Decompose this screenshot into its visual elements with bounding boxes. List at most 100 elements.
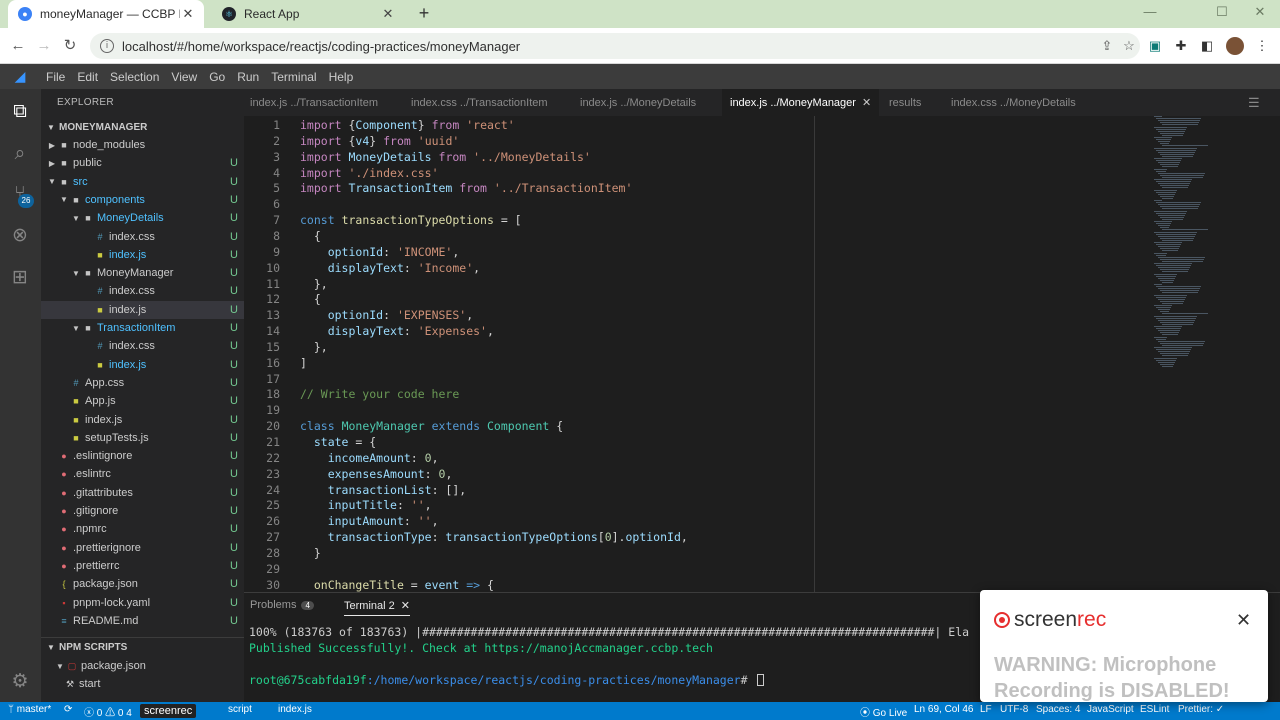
tree-file[interactable]: ● .npmrc U [41,520,244,538]
code-line[interactable]: 6 [244,196,1144,212]
minimize-icon[interactable]: — [1140,4,1160,19]
npm-script-start[interactable]: ⚒ start [41,675,244,693]
search-icon[interactable]: ⌕ [8,141,32,165]
code-line[interactable]: 22 incomeAmount: 0, [244,450,1144,466]
close-icon[interactable]: ✕ [401,599,410,612]
cursor-position[interactable]: Ln 69, Col 46 [914,704,974,715]
code-line[interactable]: 16] [244,355,1144,371]
menu-selection[interactable]: Selection [104,70,165,84]
run-debug-icon[interactable]: ⊗ [8,223,32,247]
editor-tab-active[interactable]: index.js ../MoneyManager ✕ [722,89,880,116]
npm-package-json[interactable]: ▼ ▢ package.json [41,657,244,675]
extensions-icon[interactable]: ⊞ [8,265,32,289]
tree-file[interactable]: # index.css U [41,337,244,355]
code-line[interactable]: 25 inputTitle: '', [244,497,1144,513]
language-mode[interactable]: JavaScript [1087,704,1134,715]
tree-folder[interactable]: ▼ ■ MoneyDetails U [41,209,244,227]
code-line[interactable]: 15 }, [244,339,1144,355]
menu-file[interactable]: File [40,70,71,84]
tree-folder[interactable]: ▼ ■ TransactionItem U [41,319,244,337]
menu-view[interactable]: View [165,70,203,84]
tree-file[interactable]: # index.css U [41,282,244,300]
eslint-indicator[interactable]: ESLint [1140,704,1169,715]
forward-icon[interactable]: → [34,36,54,56]
go-live-button[interactable]: ⦿ Go Live [860,704,907,719]
url-field[interactable]: i localhost/#/home/workspace/reactjs/cod… [90,33,1140,59]
code-line[interactable]: 9 optionId: 'INCOME', [244,244,1144,260]
code-line[interactable]: 3 import MoneyDetails from '../MoneyDetai… [244,149,1144,165]
tree-file[interactable]: # index.css U [41,228,244,246]
code-line[interactable]: 1 import {Component} from 'react' [244,117,1144,133]
menu-edit[interactable]: Edit [71,70,104,84]
sync-icon[interactable]: ⟳ [64,704,72,715]
close-icon[interactable]: ✕ [180,6,196,22]
tab-problems[interactable]: Problems 4 [250,599,314,611]
code-line[interactable]: 21 state = { [244,434,1144,450]
encoding-indicator[interactable]: UTF-8 [1000,704,1028,715]
tree-file[interactable]: ● .eslintrc U [41,465,244,483]
editor-tab[interactable]: index.js ../MoneyDetails [580,89,696,116]
tree-folder[interactable]: ▼ ■ components U [41,191,244,209]
code-line[interactable]: 28 } [244,545,1144,561]
more-menu-icon[interactable]: ⋮ [1254,38,1270,54]
code-line[interactable]: 29 [244,561,1144,577]
window-close-icon[interactable]: ✕ [1250,4,1270,20]
eol-indicator[interactable]: LF [980,704,992,715]
share-icon[interactable]: ⇪ [1096,38,1118,54]
tree-file[interactable]: ● .gitattributes U [41,484,244,502]
puzzle-icon[interactable]: ✚ [1173,38,1189,54]
menu-terminal[interactable]: Terminal [265,70,322,84]
menu-go[interactable]: Go [203,70,231,84]
back-icon[interactable]: ← [8,36,28,56]
new-tab-button[interactable]: + [414,3,434,23]
code-line[interactable]: 20 class MoneyManager extends Component { [244,418,1144,434]
explorer-files-icon[interactable]: ⧉ [8,99,32,123]
split-editor-icon[interactable]: ☰ [1248,95,1260,111]
code-line[interactable]: 27 transactionType: transactionTypeOptio… [244,529,1144,545]
code-line[interactable]: 26 inputAmount: '', [244,513,1144,529]
code-line[interactable]: 18 // Write your code here [244,386,1144,402]
menu-run[interactable]: Run [231,70,265,84]
editor-tab[interactable]: index.js ../TransactionItem [250,89,378,116]
tree-file[interactable]: ● .eslintignore U [41,447,244,465]
code-line[interactable]: 11 }, [244,276,1144,292]
tree-file[interactable]: {package.json U [41,575,244,593]
close-icon[interactable]: ✕ [1236,610,1251,631]
tree-file[interactable]: ■ index.js U [41,246,244,264]
code-line[interactable]: 14 displayText: 'Expenses', [244,323,1144,339]
tree-file[interactable]: ≡ README.md U [41,612,244,630]
tree-folder[interactable]: ▼ ■ MoneyManager U [41,264,244,282]
code-line[interactable]: 8 { [244,228,1144,244]
indentation-indicator[interactable]: Spaces: 4 [1036,704,1080,715]
browser-tab-ide[interactable]: ● moneyManager — CCBP IDE ✕ [8,0,204,28]
browser-tab-react-app[interactable]: ⚛ React App ✕ [212,0,404,28]
tree-file[interactable]: # App.css U [41,374,244,392]
code-line[interactable]: 10 displayText: 'Income', [244,260,1144,276]
tab-terminal[interactable]: Terminal 2 ✕ [344,599,410,616]
avatar[interactable] [1226,37,1244,55]
menu-help[interactable]: Help [323,70,360,84]
code-line[interactable]: 4 import './index.css' [244,165,1144,181]
tree-folder[interactable]: ▼ ■ src U [41,173,244,191]
code-line[interactable]: 5 import TransactionItem from '../Transac… [244,180,1144,196]
explorer-section-header[interactable]: ▼ MONEYMANAGER [41,117,244,137]
tree-file[interactable]: ■ index.js U [41,356,244,374]
code-line[interactable]: 2 import {v4} from 'uuid' [244,133,1144,149]
tree-folder[interactable]: ▶ ■ public U [41,154,244,172]
editor-tab[interactable]: index.css ../TransactionItem [411,89,548,116]
url-text[interactable]: localhost/#/home/workspace/reactjs/codin… [122,39,1096,54]
maximize-icon[interactable]: ☐ [1212,4,1232,20]
code-line[interactable]: 24 transactionList: [], [244,482,1144,498]
code-line[interactable]: 17 [244,371,1144,387]
tree-file[interactable]: ▪ pnpm-lock.yaml U [41,594,244,612]
code-line[interactable]: 12 { [244,291,1144,307]
code-line[interactable]: 7 const transactionTypeOptions = [ [244,212,1144,228]
sidepanel-icon[interactable]: ◧ [1199,38,1215,54]
close-icon[interactable]: ✕ [380,6,396,22]
tree-file[interactable]: ■ App.js U [41,392,244,410]
code-line[interactable]: 13 optionId: 'EXPENSES', [244,307,1144,323]
problems-indicator[interactable]: ⓧ 0 ⚠ 0 4 [84,704,132,719]
tree-file[interactable]: ● .gitignore U [41,502,244,520]
info-icon[interactable]: i [100,39,114,53]
tree-file[interactable]: ● .prettierignore U [41,539,244,557]
